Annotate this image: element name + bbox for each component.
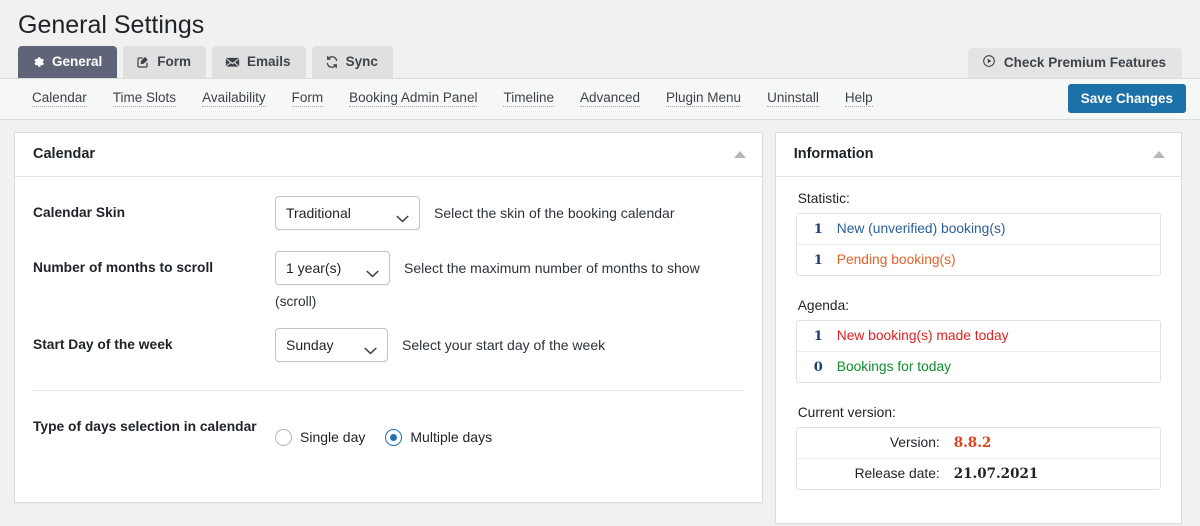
page-title: General Settings — [18, 11, 205, 39]
calendar-panel-body: Calendar Skin Traditional Select the ski… — [15, 177, 762, 446]
gear-icon — [31, 55, 45, 69]
months-to-scroll-note: (scroll) — [275, 293, 317, 309]
calendar-skin-select[interactable]: Traditional — [275, 195, 420, 230]
statistic-box: 1 New (unverified) booking(s) 1 Pending … — [795, 212, 1161, 276]
edit-square-icon — [136, 55, 150, 69]
version-row: Version: 8.8.2 — [797, 428, 1160, 458]
sync-icon — [325, 55, 339, 69]
agenda-today-label[interactable]: Bookings for today — [837, 359, 951, 374]
statistic-pending-label[interactable]: Pending booking(s) — [837, 252, 956, 267]
statistic-row-new-unverified[interactable]: 1 New (unverified) booking(s) — [797, 214, 1160, 244]
save-changes-button[interactable]: Save Changes — [1067, 83, 1186, 114]
subnav-link-plugin-menu[interactable]: Plugin Menu — [666, 90, 742, 107]
clock-circle-icon — [982, 54, 996, 71]
subnav-link-advanced[interactable]: Advanced — [579, 90, 641, 107]
release-date-key: Release date: — [854, 465, 940, 481]
months-to-scroll-hint: Select the maximum number of months to s… — [404, 259, 700, 276]
information-panel-title: Information — [793, 146, 874, 162]
agenda-new-count: 1 — [813, 328, 823, 344]
release-date-row: Release date: 21.07.2021 — [796, 457, 1160, 489]
calendar-panel-title: Calendar — [33, 146, 96, 162]
radio-single-day[interactable]: Single day — [275, 428, 366, 446]
months-to-scroll-label: Number of months to scroll — [33, 259, 214, 275]
setting-row-months-to-scroll: Number of months to scroll 1 year(s) (sc… — [33, 232, 744, 309]
statistic-new-label[interactable]: New (unverified) booking(s) — [837, 221, 1006, 236]
radio-single-day-control[interactable] — [275, 428, 292, 446]
calendar-skin-select-wrap: Traditional — [275, 195, 420, 230]
subnav-link-calendar[interactable]: Calendar — [32, 90, 87, 107]
tab-emails[interactable]: Emails — [212, 45, 306, 78]
main-content: Calendar Calendar Skin Traditional Selec… — [0, 120, 1200, 524]
subnav-link-uninstall[interactable]: Uninstall — [767, 90, 819, 107]
setting-row-days-selection: Type of days selection in calendar Singl… — [33, 391, 744, 446]
tab-form[interactable]: Form — [123, 45, 207, 78]
agenda-today-count: 0 — [813, 359, 823, 375]
collapse-arrow-icon[interactable] — [733, 150, 746, 158]
information-panel-body: Statistic: 1 New (unverified) booking(s)… — [776, 177, 1181, 490]
agenda-row-bookings-today[interactable]: 0 Bookings for today — [796, 350, 1160, 382]
tab-sync-label: Sync — [345, 54, 378, 69]
information-panel: Information Statistic: 1 New (unverified… — [774, 131, 1182, 524]
version-value: 8.8.2 — [953, 434, 992, 451]
start-day-label: Start Day of the week — [33, 336, 173, 352]
days-selection-radio-group: Single day Multiple days — [275, 410, 492, 446]
subnav-link-help[interactable]: Help — [844, 90, 873, 107]
radio-single-day-label: Single day — [300, 429, 366, 446]
setting-row-calendar-skin: Calendar Skin Traditional Select the ski… — [33, 177, 744, 232]
agenda-new-label[interactable]: New booking(s) made today — [837, 328, 1009, 343]
subnav-link-form[interactable]: Form — [291, 90, 324, 107]
agenda-heading: Agenda: — [797, 297, 850, 313]
statistic-pending-count: 1 — [813, 252, 823, 268]
subnav-link-timeline[interactable]: Timeline — [503, 90, 554, 107]
calendar-skin-label: Calendar Skin — [33, 204, 126, 220]
envelope-icon — [225, 55, 240, 69]
calendar-skin-hint: Select the skin of the booking calendar — [434, 204, 675, 221]
start-day-select[interactable]: Sunday — [275, 327, 388, 362]
statistic-row-pending[interactable]: 1 Pending booking(s) — [796, 243, 1160, 275]
tab-form-label: Form — [157, 54, 192, 69]
secondary-nav-bar: Calendar Time Slots Availability Form Bo… — [0, 77, 1200, 120]
information-panel-header: Information — [775, 133, 1181, 177]
subnav-link-booking-admin-panel[interactable]: Booking Admin Panel — [349, 90, 478, 107]
subnav-link-time-slots[interactable]: Time Slots — [112, 90, 177, 107]
secondary-nav-links: Calendar Time Slots Availability Form Bo… — [32, 90, 1068, 107]
calendar-panel-header: Calendar — [15, 133, 762, 177]
collapse-arrow-icon[interactable] — [1153, 150, 1165, 158]
radio-multiple-days-label: Multiple days — [410, 429, 493, 446]
tab-general[interactable]: General — [18, 45, 118, 78]
check-premium-features-label: Check Premium Features — [1003, 55, 1166, 70]
start-day-hint: Select your start day of the week — [402, 336, 606, 353]
setting-row-start-day: Start Day of the week Sunday Select your… — [33, 309, 744, 364]
tab-general-label: General — [52, 54, 103, 69]
subnav-link-availability[interactable]: Availability — [202, 90, 266, 107]
tab-emails-label: Emails — [247, 54, 291, 69]
release-date-value: 21.07.2021 — [953, 465, 1039, 482]
days-selection-label: Type of days selection in calendar — [33, 418, 257, 434]
check-premium-features-button[interactable]: Check Premium Features — [967, 47, 1182, 78]
statistic-heading: Statistic: — [797, 190, 850, 206]
version-key: Version: — [889, 434, 940, 450]
version-box: Version: 8.8.2 Release date: 21.07.2021 — [795, 426, 1161, 490]
tab-sync[interactable]: Sync — [311, 45, 393, 78]
months-to-scroll-select[interactable]: 1 year(s) — [275, 250, 390, 285]
agenda-row-new-today[interactable]: 1 New booking(s) made today — [797, 321, 1160, 351]
current-version-heading: Current version: — [797, 404, 896, 420]
radio-multiple-days-control[interactable] — [385, 428, 403, 446]
agenda-box: 1 New booking(s) made today 0 Bookings f… — [795, 319, 1161, 383]
primary-tab-bar: General Form Emails Sync Check Premium F… — [0, 45, 1200, 78]
months-to-scroll-select-wrap: 1 year(s) — [275, 250, 390, 285]
calendar-settings-panel: Calendar Calendar Skin Traditional Selec… — [14, 131, 763, 503]
statistic-new-count: 1 — [813, 221, 823, 237]
start-day-select-wrap: Sunday — [275, 327, 388, 362]
radio-multiple-days[interactable]: Multiple days — [385, 428, 493, 446]
